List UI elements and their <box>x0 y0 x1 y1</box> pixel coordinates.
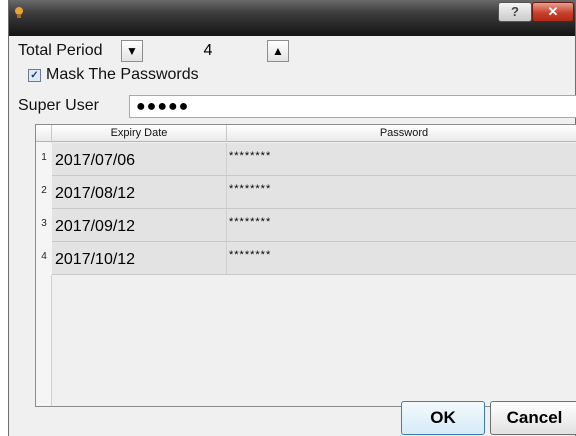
super-user-password-input[interactable]: ●●●●● <box>129 95 576 118</box>
ok-button[interactable]: OK <box>401 401 485 435</box>
row-number: 1 <box>36 143 52 176</box>
mask-passwords-label[interactable]: Mask The Passwords <box>46 66 199 84</box>
dialog-window: ? ✕ Total Period ▼ 4 ▲ ✓ Mask The Passwo… <box>8 0 576 436</box>
password-cell[interactable]: ******** <box>227 176 576 208</box>
expiry-date-cell[interactable]: 2017/09/12 <box>52 209 227 241</box>
table-row[interactable]: 3 2017/09/12 ******** <box>36 209 576 242</box>
table-header: Expiry Date Password <box>36 125 576 142</box>
password-cell[interactable]: ******** <box>227 242 576 274</box>
period-value-field[interactable]: 4 <box>149 40 267 62</box>
super-user-label: Super User <box>18 97 99 114</box>
expiry-date-cell[interactable]: 2017/10/12 <box>52 242 227 274</box>
cancel-button[interactable]: Cancel <box>490 401 576 435</box>
password-cell[interactable]: ******** <box>227 143 576 175</box>
app-icon <box>15 7 23 18</box>
password-cell[interactable]: ******** <box>227 209 576 241</box>
total-period-label: Total Period <box>18 42 103 59</box>
expiry-date-cell[interactable]: 2017/07/06 <box>52 143 227 175</box>
row-number: 3 <box>36 209 52 242</box>
period-decrement-button[interactable]: ▼ <box>121 40 143 62</box>
mask-passwords-checkbox[interactable]: ✓ <box>28 69 41 82</box>
table-row[interactable]: 4 2017/10/12 ******** <box>36 242 576 275</box>
help-button[interactable]: ? <box>498 2 532 22</box>
column-header-expiry-date[interactable]: Expiry Date <box>52 125 227 142</box>
period-increment-button[interactable]: ▲ <box>267 40 289 62</box>
corner-header <box>36 125 52 142</box>
expiry-date-cell[interactable]: 2017/08/12 <box>52 176 227 208</box>
row-number: 2 <box>36 176 52 209</box>
row-number: 4 <box>36 242 52 275</box>
column-header-password[interactable]: Password <box>227 125 576 142</box>
password-table[interactable]: Expiry Date Password 1 2017/07/06 ******… <box>35 124 576 407</box>
table-row[interactable]: 1 2017/07/06 ******** <box>36 143 576 176</box>
title-bar[interactable]: ? ✕ <box>9 0 575 36</box>
table-row[interactable]: 2 2017/08/12 ******** <box>36 176 576 209</box>
close-button[interactable]: ✕ <box>532 2 574 22</box>
